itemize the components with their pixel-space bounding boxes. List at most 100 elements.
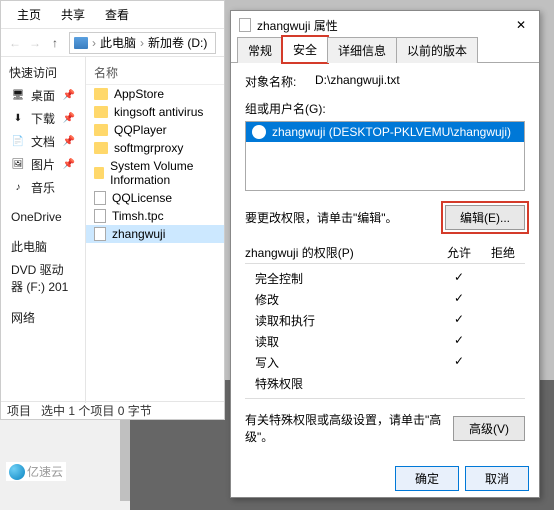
deny-check bbox=[481, 375, 525, 392]
allow-check bbox=[437, 375, 481, 392]
permission-label: 读取 bbox=[245, 333, 437, 350]
pin-icon: 📌 bbox=[63, 90, 75, 101]
file-icon bbox=[94, 209, 106, 223]
file-icon bbox=[94, 227, 106, 241]
deny-check bbox=[481, 333, 525, 350]
sidebar-item-label: 音乐 bbox=[31, 179, 55, 196]
allow-check bbox=[437, 354, 481, 371]
sidebar-item-downloads[interactable]: ⬇ 下载 📌 bbox=[1, 107, 85, 130]
sidebar-item-label: 此电脑 bbox=[11, 238, 47, 255]
nav-back-icon[interactable]: ← bbox=[5, 33, 25, 53]
download-icon: ⬇ bbox=[11, 112, 25, 126]
dialog-title: zhangwuji 属性 bbox=[257, 17, 505, 34]
permission-label: 修改 bbox=[245, 291, 437, 308]
file-name: zhangwuji bbox=[112, 227, 165, 241]
pin-icon: 📌 bbox=[63, 113, 75, 124]
deny-check bbox=[481, 270, 525, 287]
nav-forward-icon[interactable]: → bbox=[25, 33, 45, 53]
sidebar-item-onedrive[interactable]: OneDrive bbox=[1, 207, 85, 227]
permission-row: 读取 bbox=[245, 331, 525, 352]
permissions-list: 完全控制修改读取和执行读取写入特殊权限 bbox=[245, 263, 525, 399]
permission-row: 修改 bbox=[245, 289, 525, 310]
pin-icon: 📌 bbox=[63, 159, 75, 170]
file-row[interactable]: Timsh.tpc bbox=[86, 207, 224, 225]
file-row[interactable]: zhangwuji bbox=[86, 225, 224, 243]
permission-label: 完全控制 bbox=[245, 270, 437, 287]
file-list: 名称 AppStorekingsoft antivirus QQPlayer sof… bbox=[86, 57, 224, 403]
sidebar-item-dvd[interactable]: DVD 驱动器 (F:) 201 bbox=[1, 258, 85, 298]
quick-access-header[interactable]: 快速访问 bbox=[1, 61, 85, 84]
file-name: softmgrproxy bbox=[114, 141, 183, 155]
tab-view[interactable]: 查看 bbox=[95, 3, 139, 26]
sidebar-item-label: OneDrive bbox=[11, 210, 62, 224]
file-row[interactable]: softmgrproxy bbox=[86, 139, 224, 157]
document-icon: 📄 bbox=[11, 135, 25, 149]
nav-up-icon[interactable]: ↑ bbox=[45, 33, 65, 53]
tab-share[interactable]: 共享 bbox=[51, 3, 95, 26]
tab-home[interactable]: 主页 bbox=[7, 3, 51, 26]
deny-check bbox=[481, 312, 525, 329]
permission-label: 特殊权限 bbox=[245, 375, 437, 392]
sidebar-item-label: DVD 驱动器 (F:) 201 bbox=[11, 261, 75, 295]
desktop-icon: 🖥 bbox=[11, 89, 25, 103]
permission-row: 读取和执行 bbox=[245, 310, 525, 331]
edit-button[interactable]: 编辑(E)... bbox=[445, 205, 525, 230]
file-name: Timsh.tpc bbox=[112, 209, 164, 223]
file-row[interactable]: AppStore bbox=[86, 85, 224, 103]
sidebar-item-network[interactable]: 网络 bbox=[1, 306, 85, 329]
globe-icon bbox=[9, 464, 25, 480]
sidebar-item-music[interactable]: ♪音乐 bbox=[1, 176, 85, 199]
sidebar-item-desktop[interactable]: 🖥 桌面 📌 bbox=[1, 84, 85, 107]
allow-check bbox=[437, 291, 481, 308]
deny-check bbox=[481, 354, 525, 371]
allow-check bbox=[437, 270, 481, 287]
tab-previous[interactable]: 以前的版本 bbox=[396, 37, 478, 63]
breadcrumb-drive[interactable]: 新加卷 (D:) bbox=[148, 34, 207, 51]
permission-label: 写入 bbox=[245, 354, 437, 371]
object-name-label: 对象名称: bbox=[245, 73, 305, 90]
deny-header: 拒绝 bbox=[481, 244, 525, 261]
cancel-button[interactable]: 取消 bbox=[465, 466, 529, 491]
permission-row: 写入 bbox=[245, 352, 525, 373]
advanced-hint: 有关特殊权限或高级设置，请单击"高级"。 bbox=[245, 411, 453, 445]
properties-dialog: zhangwuji 属性 ✕ 常规 安全 详细信息 以前的版本 对象名称: D:… bbox=[230, 10, 540, 498]
file-name: System Volume Information bbox=[110, 159, 216, 187]
permission-row: 特殊权限 bbox=[245, 373, 525, 394]
column-header-name[interactable]: 名称 bbox=[86, 61, 224, 85]
file-name: QQPlayer bbox=[114, 123, 167, 137]
file-row[interactable]: QQPlayer bbox=[86, 121, 224, 139]
folder-icon bbox=[94, 142, 108, 154]
ok-button[interactable]: 确定 bbox=[395, 466, 459, 491]
sidebar-item-thispc[interactable]: 此电脑 bbox=[1, 235, 85, 258]
permission-label: 读取和执行 bbox=[245, 312, 437, 329]
sidebar-item-pictures[interactable]: 🖼图片📌 bbox=[1, 153, 85, 176]
object-name-value: D:\zhangwuji.txt bbox=[315, 73, 400, 90]
address-bar[interactable]: › 此电脑 › 新加卷 (D:) bbox=[69, 32, 216, 54]
file-row[interactable]: System Volume Information bbox=[86, 157, 224, 189]
sidebar-item-label: 桌面 bbox=[31, 87, 55, 104]
tab-general[interactable]: 常规 bbox=[237, 37, 283, 63]
folder-icon bbox=[94, 167, 104, 179]
explorer-ribbon-tabs: 主页 共享 查看 bbox=[1, 1, 224, 29]
advanced-button[interactable]: 高级(V) bbox=[453, 416, 525, 441]
sidebar-item-documents[interactable]: 📄文档📌 bbox=[1, 130, 85, 153]
address-bar-row: ← → ↑ › 此电脑 › 新加卷 (D:) bbox=[1, 29, 224, 57]
folder-icon bbox=[94, 88, 108, 100]
tab-security[interactable]: 安全 bbox=[282, 36, 328, 63]
file-row[interactable]: kingsoft antivirus bbox=[86, 103, 224, 121]
pc-icon bbox=[74, 37, 88, 49]
breadcrumb-sep: › bbox=[92, 36, 96, 50]
breadcrumb-pc[interactable]: 此电脑 bbox=[100, 34, 136, 51]
user-list[interactable]: zhangwuji (DESKTOP-PKLVEMU\zhangwuji) bbox=[245, 121, 525, 191]
sidebar-item-label: 网络 bbox=[11, 309, 35, 326]
file-row[interactable]: QQLicense bbox=[86, 189, 224, 207]
tab-details[interactable]: 详细信息 bbox=[327, 37, 397, 63]
close-icon[interactable]: ✕ bbox=[511, 18, 531, 32]
user-list-item[interactable]: zhangwuji (DESKTOP-PKLVEMU\zhangwuji) bbox=[246, 122, 524, 142]
explorer-sidebar: 快速访问 🖥 桌面 📌 ⬇ 下载 📌 📄文档📌 🖼图片📌 ♪音乐 OneDrive 此电… bbox=[1, 57, 86, 403]
status-selection: 选中 1 个项目 0 字节 bbox=[41, 402, 152, 419]
permission-row: 完全控制 bbox=[245, 268, 525, 289]
file-name: QQLicense bbox=[112, 191, 172, 205]
folder-icon bbox=[94, 106, 108, 118]
sidebar-item-label: 下载 bbox=[31, 110, 55, 127]
